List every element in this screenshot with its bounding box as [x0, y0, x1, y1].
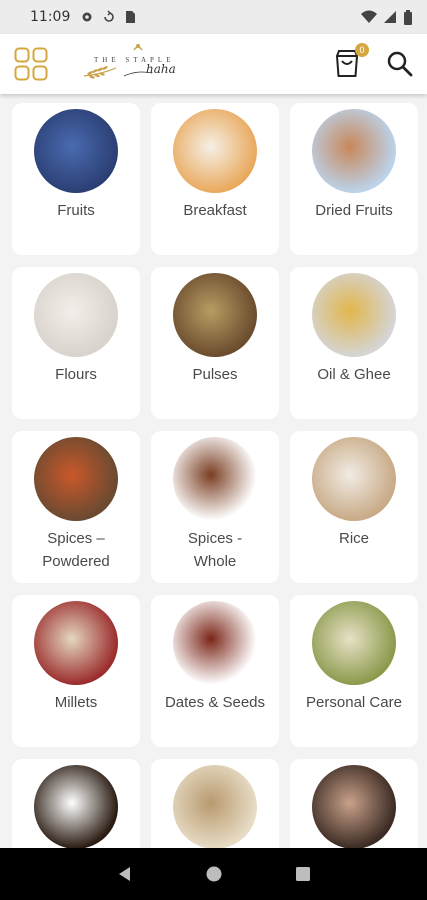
category-label: Dates & Seeds: [164, 694, 266, 711]
search-icon: [387, 51, 413, 77]
battery-icon: [404, 9, 412, 25]
category-card[interactable]: Fruits: [12, 103, 140, 255]
status-right-icons: [361, 9, 413, 25]
category-image: [34, 109, 118, 193]
cart-button[interactable]: 0: [333, 43, 369, 80]
category-card[interactable]: Flours: [12, 267, 140, 419]
home-icon[interactable]: [205, 865, 223, 883]
back-icon[interactable]: [116, 865, 134, 883]
system-navigation-bar: [0, 848, 427, 900]
category-image: [312, 601, 396, 685]
sync-icon: [104, 10, 115, 22]
signal-icon: [384, 11, 396, 23]
category-image: [34, 765, 118, 849]
category-card[interactable]: Rice: [290, 431, 418, 583]
category-image: [34, 437, 118, 521]
settings-icon: [82, 12, 92, 22]
categories-menu-button[interactable]: [14, 47, 48, 81]
search-button[interactable]: [386, 50, 414, 78]
category-image: [173, 109, 257, 193]
category-label: Oil & Ghee: [317, 366, 391, 383]
category-card[interactable]: Dried Fruits: [290, 103, 418, 255]
category-card[interactable]: Millets: [12, 595, 140, 747]
category-label: Dried Fruits: [315, 202, 393, 219]
brand-logo[interactable]: THE STAPLE haha: [82, 40, 192, 90]
status-left-icons: [80, 10, 136, 24]
category-label: Millets: [54, 694, 98, 711]
wifi-icon: [361, 10, 377, 23]
grid-icon: [14, 47, 48, 81]
category-image: [34, 601, 118, 685]
category-image: [312, 273, 396, 357]
category-label: Spices – Powdered: [42, 530, 110, 570]
category-image: [34, 273, 118, 357]
category-card[interactable]: Personal Care: [290, 595, 418, 747]
category-image: [312, 437, 396, 521]
sim-card-icon: [126, 11, 136, 23]
category-label: Pulses: [192, 366, 238, 383]
category-image: [312, 109, 396, 193]
category-image: [312, 765, 396, 849]
category-image: [173, 437, 257, 521]
category-card[interactable]: Pulses: [151, 267, 279, 419]
category-label: Rice: [338, 530, 369, 547]
recents-icon[interactable]: [294, 865, 312, 883]
category-card[interactable]: Spices – Powdered: [12, 431, 140, 583]
app-header: THE STAPLE haha 0: [0, 34, 427, 94]
category-label: Spices - Whole: [187, 530, 243, 570]
category-image: [173, 765, 257, 849]
category-label: Fruits: [57, 202, 95, 219]
category-label: Personal Care: [306, 694, 402, 711]
category-image: [173, 601, 257, 685]
status-time: 11:09: [30, 9, 71, 25]
category-image: [173, 273, 257, 357]
category-label: Breakfast: [183, 202, 247, 219]
category-card[interactable]: Dates & Seeds: [151, 595, 279, 747]
category-card[interactable]: Spices - Whole: [151, 431, 279, 583]
category-card[interactable]: Oil & Ghee: [290, 267, 418, 419]
logo-script-text: haha: [146, 62, 176, 76]
category-label: Flours: [55, 366, 97, 383]
cart-count-badge: 0: [355, 43, 369, 57]
category-card[interactable]: Breakfast: [151, 103, 279, 255]
status-bar: 11:09: [0, 0, 427, 34]
